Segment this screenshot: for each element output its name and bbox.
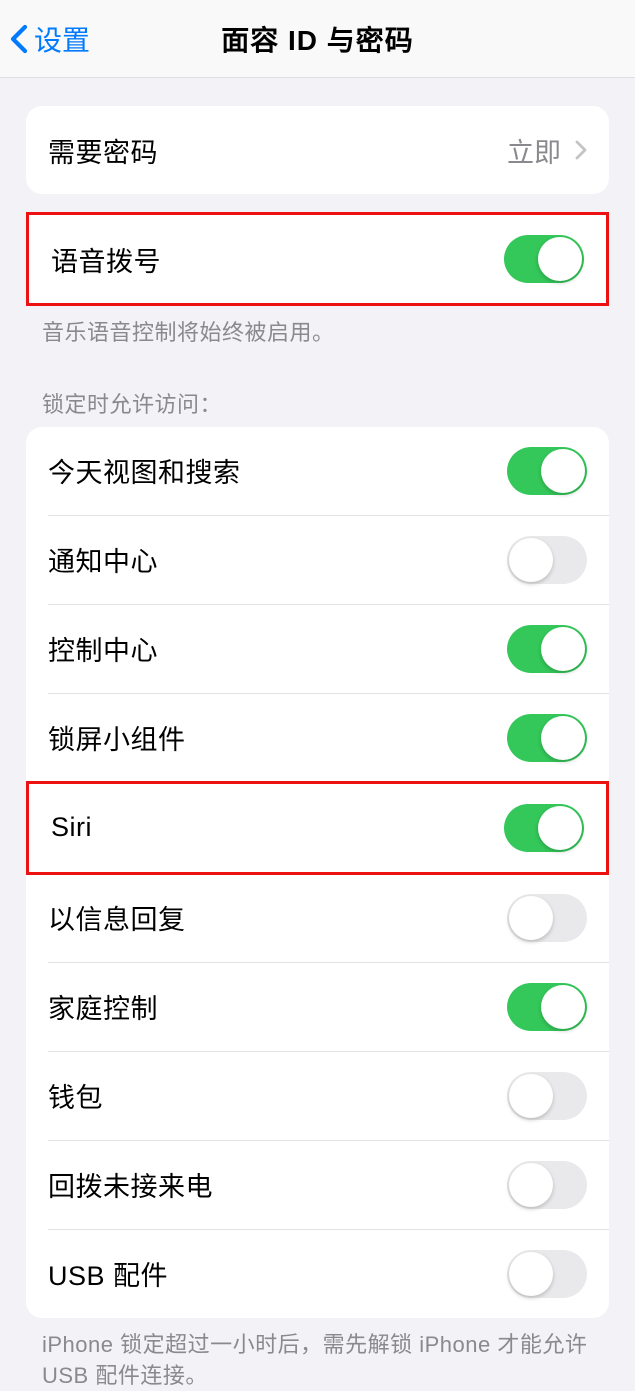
voice-dial-group: 语音拨号 [26,212,609,306]
lock-access-toggle[interactable] [507,1072,587,1120]
back-label: 设置 [34,19,90,59]
lock-access-label: 钱包 [48,1076,103,1115]
toggle-knob [538,237,582,281]
toggle-knob [509,1074,553,1118]
require-passcode-row[interactable]: 需要密码 立即 [26,106,609,194]
lock-access-row: 控制中心 [26,605,609,693]
lock-access-toggle[interactable] [507,536,587,584]
lock-access-toggle[interactable] [507,1250,587,1298]
require-passcode-group: 需要密码 立即 [26,106,609,194]
lock-access-toggle[interactable] [507,983,587,1031]
voice-dial-toggle[interactable] [504,235,584,283]
lock-access-toggle[interactable] [507,625,587,673]
lock-access-toggle[interactable] [504,804,584,852]
toggle-knob [541,449,585,493]
lock-access-row: 今天视图和搜索 [26,427,609,515]
toggle-knob [538,806,582,850]
lock-access-row: 通知中心 [26,516,609,604]
lock-access-row: 回拨未接来电 [26,1141,609,1229]
chevron-right-icon [575,140,587,160]
lock-access-label: 控制中心 [48,629,158,668]
lock-access-label: 以信息回复 [48,898,186,937]
lock-access-group: 今天视图和搜索通知中心控制中心锁屏小组件 Siri 以信息回复家庭控制钱包回拨未接来… [26,427,609,1318]
lock-access-toggle[interactable] [507,447,587,495]
toggle-knob [509,1252,553,1296]
require-passcode-value: 立即 [507,131,587,170]
voice-dial-footer: 音乐语音控制将始终被启用。 [0,306,635,349]
lock-access-row: 钱包 [26,1052,609,1140]
lock-access-row: USB 配件 [26,1230,609,1318]
lock-access-toggle[interactable] [507,894,587,942]
toggle-knob [541,985,585,1029]
nav-header: 设置 面容 ID 与密码 [0,0,635,78]
voice-dial-label: 语音拨号 [51,240,161,279]
lock-access-label: 今天视图和搜索 [48,451,241,490]
toggle-knob [541,627,585,671]
lock-access-row: 家庭控制 [26,963,609,1051]
lock-access-row: Siri [26,781,609,875]
lock-access-label: 通知中心 [48,540,158,579]
back-button[interactable]: 设置 [0,19,90,59]
lock-access-label: USB 配件 [48,1254,168,1293]
page-title: 面容 ID 与密码 [221,19,414,59]
lock-access-header: 锁定时允许访问： [0,349,635,427]
lock-access-row: 锁屏小组件 [26,694,609,782]
lock-access-label: 回拨未接来电 [48,1165,213,1204]
require-passcode-value-text: 立即 [507,131,561,170]
lock-access-footer: iPhone 锁定超过一小时后，需先解锁 iPhone 才能允许USB 配件连接… [0,1318,635,1391]
require-passcode-label: 需要密码 [48,131,158,170]
lock-access-label: 家庭控制 [48,987,158,1026]
lock-access-label: 锁屏小组件 [48,718,186,757]
toggle-knob [509,1163,553,1207]
chevron-left-icon [10,24,28,54]
lock-access-toggle[interactable] [507,1161,587,1209]
toggle-knob [509,538,553,582]
voice-dial-row: 语音拨号 [29,215,606,303]
toggle-knob [541,716,585,760]
lock-access-toggle[interactable] [507,714,587,762]
lock-access-row: 以信息回复 [26,874,609,962]
toggle-knob [509,896,553,940]
lock-access-label: Siri [51,812,92,843]
